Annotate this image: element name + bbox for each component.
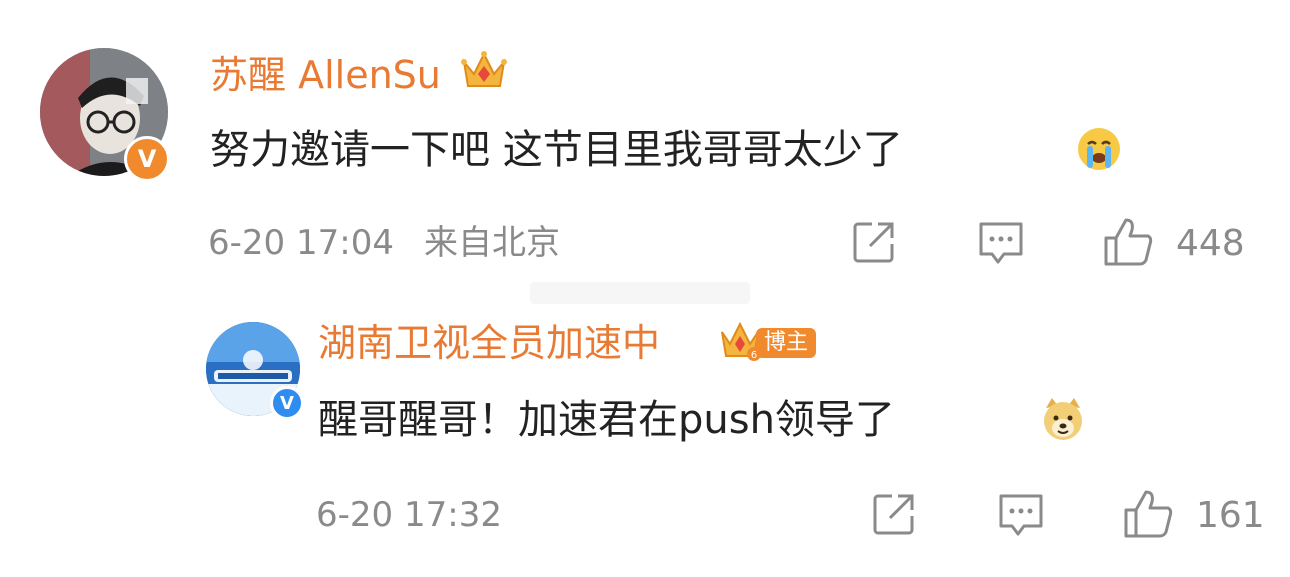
crying-emoji xyxy=(1076,126,1122,172)
reply-item: V 湖南卫视全员加速中 6 博主 醒哥醒哥！加速君在push领导了 6-20 1… xyxy=(0,300,1290,577)
like-count: 448 xyxy=(1176,223,1245,264)
verified-badge: V xyxy=(270,386,304,420)
comment-time: 6-20 17:04 xyxy=(208,223,394,263)
share-icon[interactable] xyxy=(870,490,918,538)
reply-text: 醒哥醒哥！加速君在push领导了 xyxy=(318,397,895,443)
comment-icon[interactable] xyxy=(976,218,1026,268)
crown-vip-icon xyxy=(460,48,508,92)
thumbs-up-icon[interactable] xyxy=(1102,216,1156,268)
author-name[interactable]: 苏醒 AllenSu xyxy=(210,56,441,94)
reply-time: 6-20 17:32 xyxy=(316,495,502,535)
comment-location: 来自北京 xyxy=(424,223,560,263)
comment-text: 努力邀请一下吧 这节目里我哥哥太少了 xyxy=(210,127,903,173)
verified-badge: V xyxy=(124,136,170,182)
author-tag: 博主 xyxy=(756,328,817,358)
comment-icon[interactable] xyxy=(996,490,1046,540)
comment-item: V 苏醒 AllenSu 努力邀请一下吧 这节目里我哥哥太少了 6-20 17:… xyxy=(0,0,1290,290)
thumbs-up-icon[interactable] xyxy=(1122,488,1176,540)
share-icon[interactable] xyxy=(850,218,898,266)
doge-emoji xyxy=(1040,396,1086,442)
author-name[interactable]: 湖南卫视全员加速中 xyxy=(318,324,660,362)
like-count: 161 xyxy=(1196,495,1265,536)
